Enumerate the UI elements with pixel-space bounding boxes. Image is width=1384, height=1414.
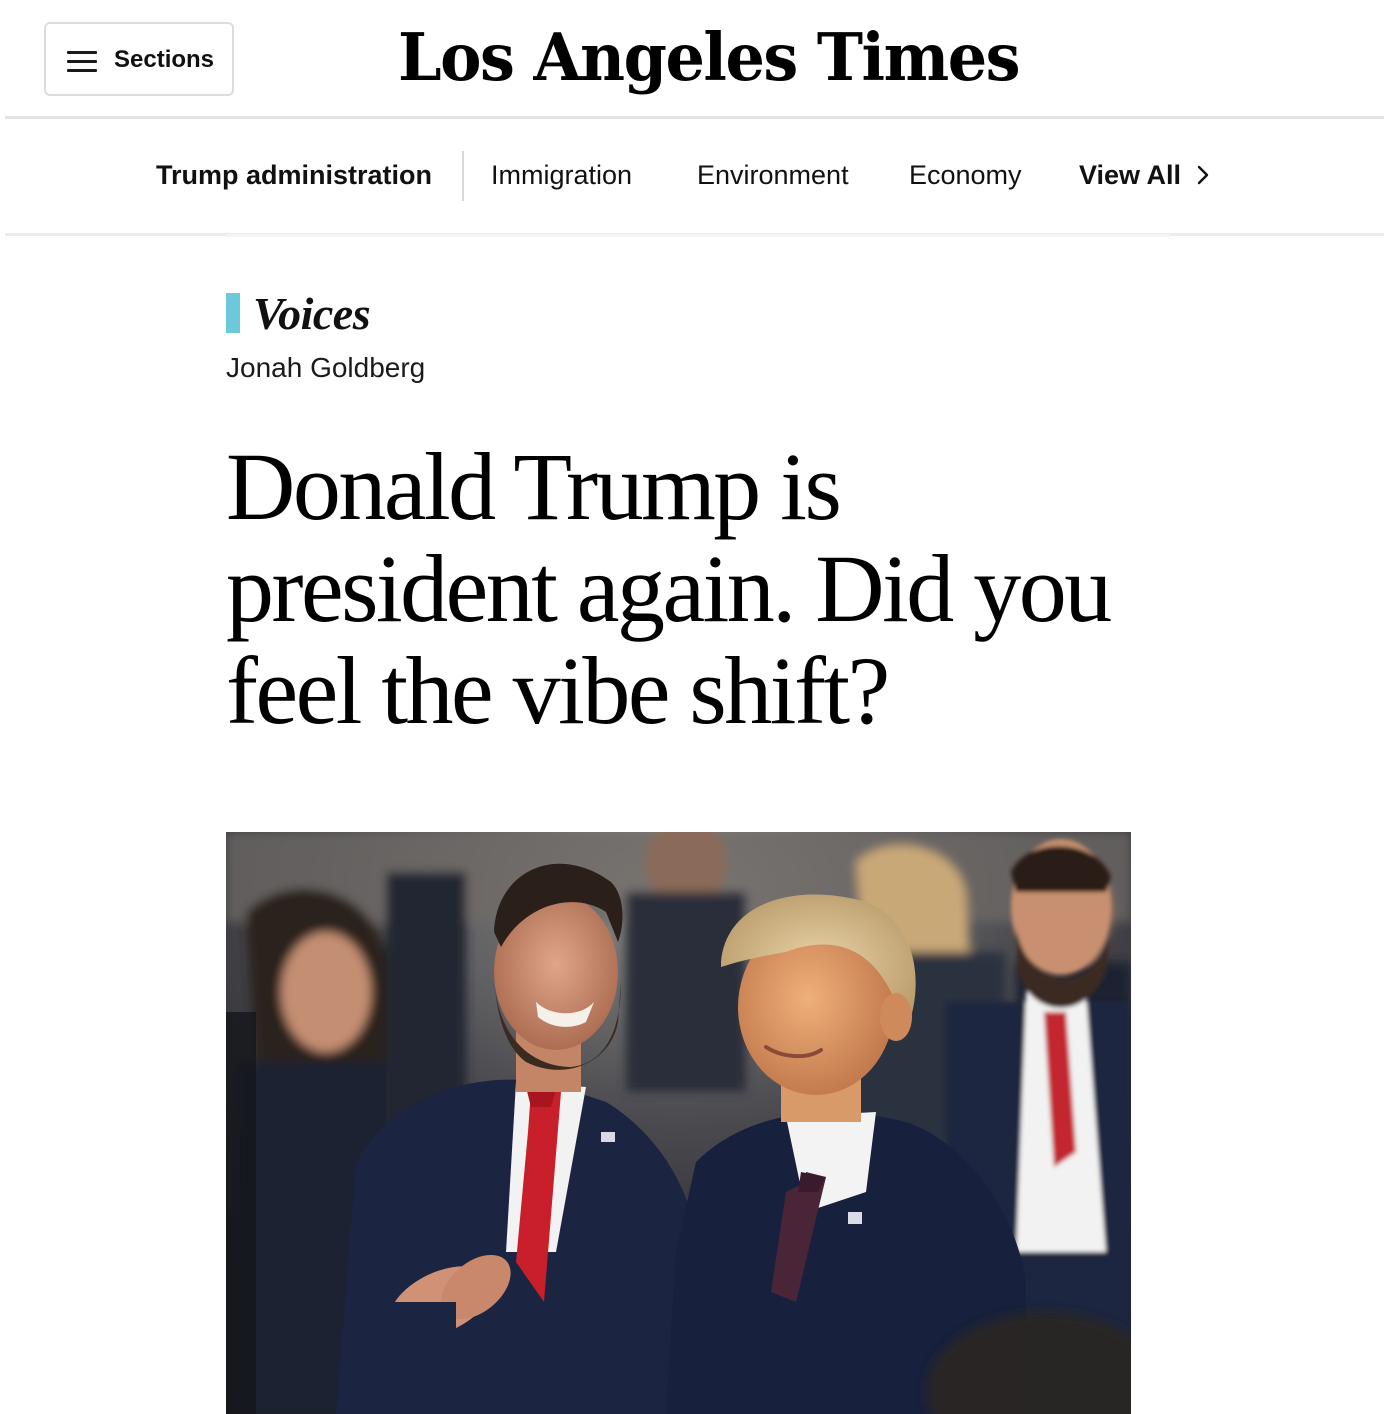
section-accent-bar (226, 293, 240, 333)
chevron-right-icon[interactable] (1196, 165, 1210, 185)
nav-item-immigration[interactable]: Immigration (491, 157, 632, 193)
nav-item-view-all[interactable]: View All (1079, 157, 1181, 193)
nav-divider (462, 151, 464, 201)
nav-item-environment[interactable]: Environment (697, 157, 849, 193)
section-label[interactable]: Voices (253, 287, 371, 341)
site-logo[interactable]: Los Angeles Times (398, 14, 1021, 102)
hamburger-icon (67, 51, 97, 72)
nav-item-trump-administration[interactable]: Trump administration (156, 157, 432, 193)
masthead: Sections Los Angeles Times (0, 0, 1384, 117)
content-divider (226, 234, 1170, 237)
hero-photo (226, 832, 1131, 1414)
sections-label: Sections (114, 46, 215, 73)
nav-item-economy[interactable]: Economy (909, 157, 1022, 193)
article-headline: Donald Trump is president again. Did you… (226, 433, 1112, 744)
hero-image (226, 832, 1131, 1414)
sections-button[interactable]: Sections (44, 22, 234, 96)
topic-nav: Trump administration Immigration Environ… (0, 119, 1384, 235)
author-byline[interactable]: Jonah Goldberg (226, 350, 425, 386)
